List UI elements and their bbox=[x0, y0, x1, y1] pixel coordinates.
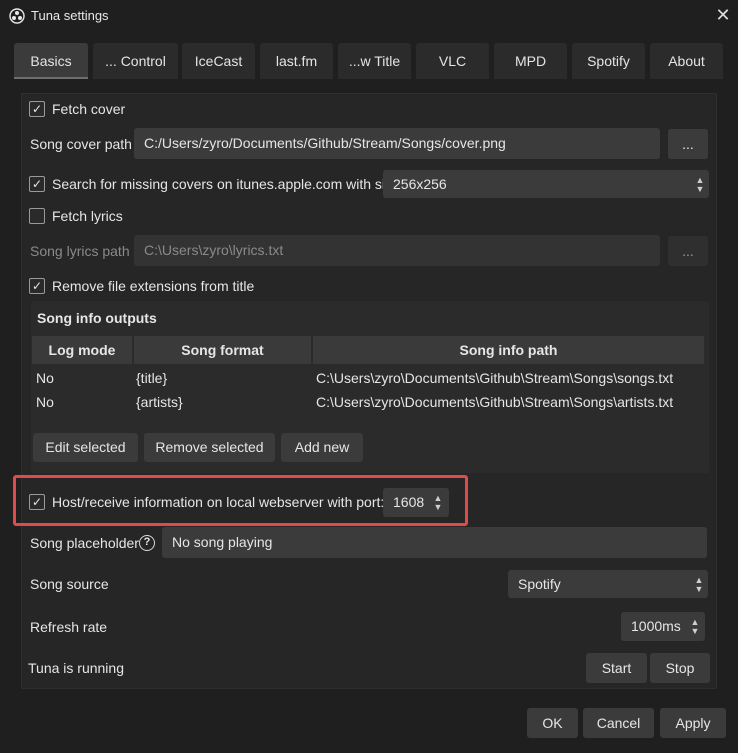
remove-selected-button[interactable]: Remove selected bbox=[144, 433, 275, 462]
song-cover-path-input[interactable]: C:/Users/zyro/Documents/Github/Stream/So… bbox=[134, 128, 660, 159]
tab-window-title[interactable]: ...w Title bbox=[338, 43, 411, 79]
cell-log-mode: No bbox=[36, 394, 54, 410]
browse-cover-button[interactable]: ... bbox=[668, 129, 708, 159]
refresh-rate-label: Refresh rate bbox=[30, 619, 108, 635]
tab-mpd[interactable]: MPD bbox=[494, 43, 567, 79]
search-covers-checkbox[interactable]: ✓ bbox=[29, 176, 45, 192]
table-row[interactable]: No {title} C:\Users\zyro\Documents\Githu… bbox=[32, 368, 704, 390]
cell-song-info-path: C:\Users\zyro\Documents\Github\Stream\So… bbox=[316, 370, 674, 386]
cell-song-format: {artists} bbox=[136, 394, 183, 410]
song-placeholder-input[interactable]: No song playing bbox=[162, 527, 707, 558]
column-header-log-mode[interactable]: Log mode bbox=[32, 336, 132, 364]
apply-button[interactable]: Apply bbox=[660, 708, 726, 738]
stop-button[interactable]: Stop bbox=[650, 653, 710, 683]
column-header-song-format[interactable]: Song format bbox=[134, 336, 311, 364]
add-new-button[interactable]: Add new bbox=[281, 433, 363, 462]
cover-size-select[interactable]: 256x256 bbox=[383, 170, 709, 198]
cancel-button[interactable]: Cancel bbox=[583, 708, 654, 738]
remove-ext-label: Remove file extensions from title bbox=[52, 278, 255, 294]
tab-icecast[interactable]: IceCast bbox=[182, 43, 255, 79]
song-source-label: Song source bbox=[30, 576, 109, 592]
port-value: 1608 bbox=[393, 494, 425, 510]
status-label: Tuna is running bbox=[28, 660, 124, 676]
start-button[interactable]: Start bbox=[586, 653, 647, 683]
ok-button[interactable]: OK bbox=[527, 708, 578, 738]
song-cover-path-label: Song cover path bbox=[30, 136, 132, 152]
tab-about[interactable]: About bbox=[650, 43, 723, 79]
fetch-lyrics-label: Fetch lyrics bbox=[52, 208, 123, 224]
port-spinner-icon[interactable]: ▲ ▼ bbox=[431, 494, 445, 512]
song-lyrics-path-input[interactable]: C:\Users\zyro\lyrics.txt bbox=[134, 235, 660, 266]
cell-log-mode: No bbox=[36, 370, 54, 386]
browse-lyrics-button[interactable]: ... bbox=[668, 236, 708, 266]
tab-basics[interactable]: Basics bbox=[14, 43, 88, 79]
fetch-cover-checkbox[interactable]: ✓ bbox=[29, 101, 45, 117]
column-header-song-info-path[interactable]: Song info path bbox=[313, 336, 704, 364]
obs-logo-icon bbox=[9, 8, 25, 24]
song-source-value: Spotify bbox=[518, 576, 561, 592]
tab-vlc[interactable]: VLC bbox=[416, 43, 489, 79]
search-covers-label: Search for missing covers on itunes.appl… bbox=[52, 176, 400, 192]
fetch-cover-label: Fetch cover bbox=[52, 101, 126, 117]
fetch-lyrics-checkbox[interactable] bbox=[29, 208, 45, 224]
cover-size-spinner-icon[interactable]: ▲ ▼ bbox=[693, 176, 707, 194]
table-row[interactable]: No {artists} C:\Users\zyro\Documents\Git… bbox=[32, 392, 704, 414]
cell-song-info-path: C:\Users\zyro\Documents\Github\Stream\So… bbox=[316, 394, 674, 410]
song-info-outputs-title: Song info outputs bbox=[37, 310, 157, 326]
edit-selected-button[interactable]: Edit selected bbox=[33, 433, 138, 462]
tab-spotify[interactable]: Spotify bbox=[572, 43, 645, 79]
cover-size-value: 256x256 bbox=[393, 176, 447, 192]
tab-lastfm[interactable]: last.fm bbox=[260, 43, 333, 79]
close-icon[interactable]: ✕ bbox=[712, 4, 734, 26]
window-title: Tuna settings bbox=[31, 8, 109, 23]
webserver-checkbox[interactable]: ✓ bbox=[29, 494, 45, 510]
refresh-rate-value: 1000ms bbox=[631, 618, 681, 634]
help-icon[interactable]: ? bbox=[139, 535, 155, 551]
song-lyrics-path-label: Song lyrics path bbox=[30, 243, 130, 259]
remove-ext-checkbox[interactable]: ✓ bbox=[29, 278, 45, 294]
tab-control[interactable]: ... Control bbox=[93, 43, 178, 79]
cell-song-format: {title} bbox=[136, 370, 168, 386]
song-source-select[interactable]: Spotify bbox=[508, 570, 708, 598]
webserver-label: Host/receive information on local webser… bbox=[52, 494, 385, 510]
song-source-spinner-icon[interactable]: ▲ ▼ bbox=[692, 576, 706, 594]
refresh-rate-spinner-icon[interactable]: ▲ ▼ bbox=[688, 618, 702, 636]
song-placeholder-label: Song placeholder bbox=[30, 535, 139, 551]
title-bar: Tuna settings ✕ bbox=[0, 0, 738, 32]
